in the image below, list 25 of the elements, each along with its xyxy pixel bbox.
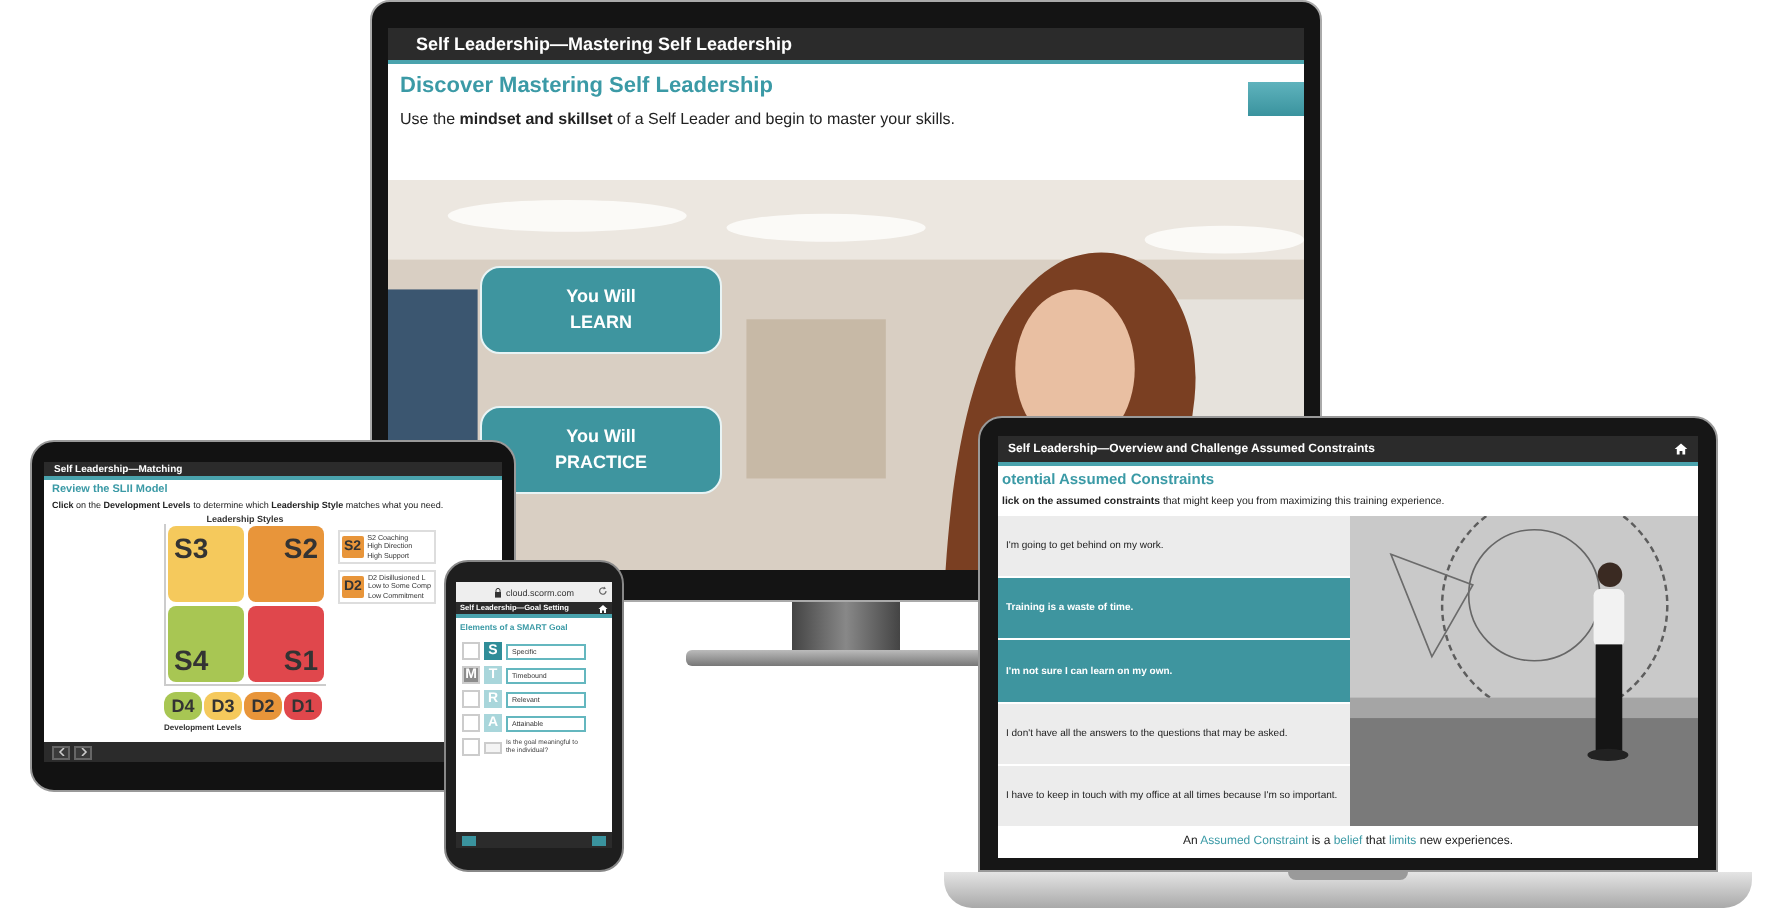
level-pill[interactable]: D2 — [244, 692, 282, 720]
chevron-icon — [57, 748, 65, 756]
course-title: Self Leadership—Mastering Self Leadership — [416, 34, 793, 54]
course-button[interactable]: You Will LEARN — [480, 266, 722, 354]
level-pill[interactable]: D1 — [284, 692, 322, 720]
style-tile[interactable]: S1 — [248, 606, 324, 682]
home-icon[interactable] — [598, 603, 608, 613]
next-button[interactable] — [592, 835, 606, 845]
monitor-stand — [792, 602, 900, 650]
back-button[interactable] — [462, 835, 476, 845]
home-icon[interactable] — [1674, 442, 1688, 456]
intro-text: Use the mindset and skillset of a Self Leader and begin to master your skills. — [400, 110, 957, 128]
level-pill[interactable]: D4 — [164, 692, 202, 720]
refresh-icon[interactable] — [598, 586, 608, 596]
chevron-icon — [79, 748, 87, 756]
letter-placeholder — [484, 741, 502, 753]
course-button[interactable]: You Will PRACTICE — [480, 406, 722, 494]
level-pill[interactable]: D3 — [204, 692, 242, 720]
style-tile[interactable]: S2 — [248, 526, 324, 602]
back-button[interactable] — [52, 745, 70, 759]
lock-icon — [493, 587, 502, 597]
style-tile[interactable]: S4 — [168, 606, 244, 682]
style-tile[interactable]: S3 — [168, 526, 244, 602]
next-button[interactable] — [74, 745, 92, 759]
page-heading: Discover Mastering Self Leadership — [400, 74, 775, 98]
